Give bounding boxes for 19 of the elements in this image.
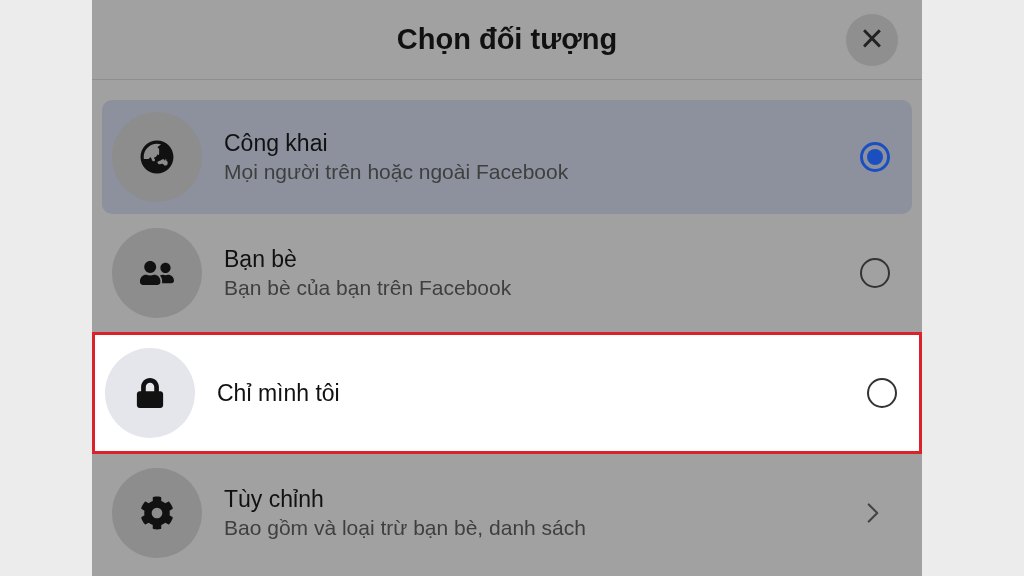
- close-button[interactable]: ×: [846, 14, 898, 66]
- lock-icon: [135, 378, 165, 408]
- option-title: Công khai: [224, 129, 329, 158]
- option-subtitle: Bao gồm và loại trừ bạn bè, danh sách: [224, 515, 587, 541]
- audience-option[interactable]: Chỉ mình tôi: [92, 332, 922, 454]
- gear-icon: [140, 496, 174, 530]
- audience-option[interactable]: Công khai Mọi người trên hoặc ngoài Facebook: [102, 100, 912, 214]
- option-title: Chỉ mình tôi: [217, 379, 341, 408]
- option-subtitle: Mọi người trên hoặc ngoài Facebook: [224, 159, 570, 185]
- option-title: Tùy chỉnh: [224, 485, 325, 514]
- audience-option[interactable]: Tùy chỉnh Bao gồm và loại trừ bạn bè, danh sách: [102, 460, 912, 566]
- dialog-title: Chọn đối tượng: [396, 21, 618, 57]
- audience-option[interactable]: Bạn bè Bạn bè của bạn trên Facebook: [102, 220, 912, 326]
- radio-button[interactable]: [860, 258, 890, 288]
- globe-icon: [140, 140, 174, 174]
- option-subtitle: Bạn bè của bạn trên Facebook: [224, 275, 513, 301]
- radio-button[interactable]: [860, 142, 890, 172]
- radio-button[interactable]: [867, 378, 897, 408]
- option-title: Bạn bè: [224, 245, 298, 274]
